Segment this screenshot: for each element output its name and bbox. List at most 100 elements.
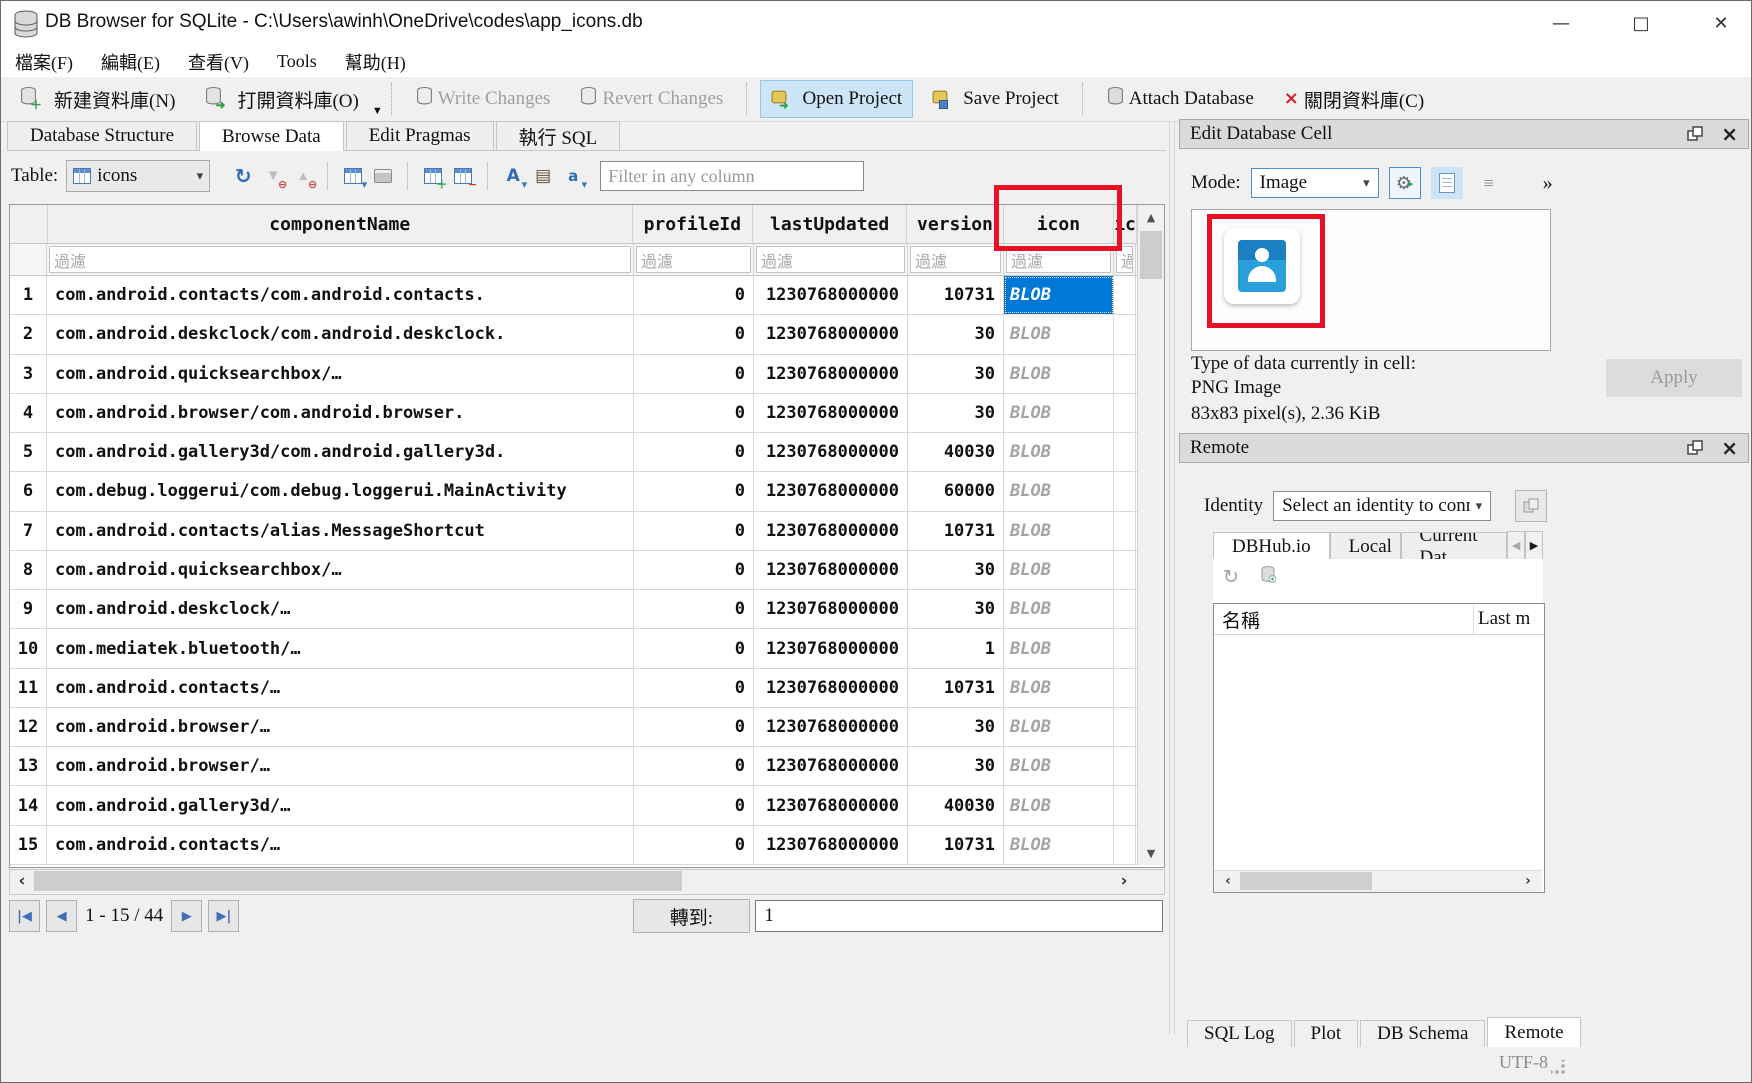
prev-page-button[interactable]: ◀ bbox=[46, 900, 77, 932]
cell-componentName[interactable]: com.android.contacts/com.android.contact… bbox=[47, 276, 634, 314]
tab-scroll-right-icon[interactable]: ▶ bbox=[1525, 531, 1543, 560]
cell-profileId[interactable]: 0 bbox=[634, 669, 754, 707]
cell-extra[interactable] bbox=[1114, 355, 1136, 393]
cell-version[interactable]: 30 bbox=[908, 590, 1004, 628]
cell-lastUpdated[interactable]: 1230768000000 bbox=[754, 669, 908, 707]
cell-icon[interactable]: BLOB bbox=[1004, 747, 1114, 785]
table-select[interactable]: icons ▾ bbox=[66, 160, 210, 192]
column-header-profileId[interactable]: profileId bbox=[633, 205, 753, 243]
cell-extra[interactable] bbox=[1114, 629, 1136, 667]
save-results-icon[interactable]: ▾ bbox=[338, 161, 368, 191]
mode-select[interactable]: Image ▾ bbox=[1251, 168, 1379, 198]
close-dock-icon[interactable]: × bbox=[1721, 438, 1738, 458]
toolbar-dropdown-icon[interactable]: ▼ bbox=[372, 105, 383, 121]
cell-icon[interactable]: BLOB bbox=[1004, 590, 1114, 628]
cell-componentName[interactable]: com.debug.loggerui/com.debug.loggerui.Ma… bbox=[47, 472, 634, 510]
cell-profileId[interactable]: 0 bbox=[634, 512, 754, 550]
cell-gutter[interactable]: 4 bbox=[10, 394, 47, 432]
remote-tab-current-dat[interactable]: Current Dat bbox=[1401, 532, 1508, 560]
next-page-button[interactable]: ▶ bbox=[171, 900, 202, 932]
tab-database-structure[interactable]: Database Structure bbox=[7, 121, 197, 150]
clear-filters-icon[interactable]: ▼⊖ bbox=[258, 161, 288, 191]
cell-gutter[interactable]: 10 bbox=[10, 629, 47, 667]
cell-profileId[interactable]: 0 bbox=[634, 551, 754, 589]
cell-version[interactable]: 1 bbox=[908, 629, 1004, 667]
document-view-icon[interactable] bbox=[1431, 167, 1463, 199]
cell-componentName[interactable]: com.android.gallery3d/… bbox=[47, 786, 634, 824]
cell-lastUpdated[interactable]: 1230768000000 bbox=[754, 826, 908, 864]
dock-tab-remote[interactable]: Remote bbox=[1487, 1017, 1580, 1047]
cell-icon[interactable]: BLOB bbox=[1004, 826, 1114, 864]
remote-list-lastmodified-header[interactable]: Last m bbox=[1474, 604, 1544, 634]
toolbar-button-revert-changes[interactable]: Revert Changes bbox=[569, 80, 734, 118]
cell-icon[interactable]: BLOB bbox=[1004, 472, 1114, 510]
clear-sort-icon[interactable]: ▲⊖ bbox=[288, 161, 318, 191]
cell-version[interactable]: 40030 bbox=[908, 786, 1004, 824]
remote-horizontal-scrollbar[interactable]: ‹ › bbox=[1214, 870, 1542, 892]
cell-version[interactable]: 30 bbox=[908, 315, 1004, 353]
tab-scroll-left-icon[interactable]: ◀ bbox=[1507, 531, 1525, 560]
cell-lastUpdated[interactable]: 1230768000000 bbox=[754, 551, 908, 589]
cell-profileId[interactable]: 0 bbox=[634, 433, 754, 471]
cell-lastUpdated[interactable]: 1230768000000 bbox=[754, 747, 908, 785]
toolbar-button-c[interactable]: ×關閉資料庫(C) bbox=[1273, 80, 1435, 118]
word-wrap-icon[interactable]: ≡ bbox=[1473, 167, 1505, 199]
font-increase-icon[interactable]: A▾ bbox=[498, 161, 528, 191]
refresh-icon[interactable]: ↻ bbox=[1223, 566, 1239, 588]
scroll-right-icon[interactable]: › bbox=[1516, 871, 1540, 891]
resize-grip[interactable] bbox=[1551, 1060, 1565, 1074]
float-dock-icon[interactable] bbox=[1687, 440, 1703, 456]
cell-gutter[interactable]: 6 bbox=[10, 472, 47, 510]
cell-extra[interactable] bbox=[1114, 590, 1136, 628]
cell-gutter[interactable]: 15 bbox=[10, 826, 47, 864]
vertical-scrollbar-thumb[interactable] bbox=[1140, 231, 1162, 279]
cell-profileId[interactable]: 0 bbox=[634, 629, 754, 667]
cell-profileId[interactable]: 0 bbox=[634, 276, 754, 314]
horizontal-scrollbar-thumb[interactable] bbox=[34, 871, 682, 891]
filter-input-version[interactable]: 過濾 bbox=[910, 246, 1001, 273]
cell-icon[interactable]: BLOB bbox=[1004, 551, 1114, 589]
toolbar-button-open-project[interactable]: ➜Open Project bbox=[760, 80, 913, 118]
horizontal-scrollbar[interactable]: ‹ › bbox=[9, 869, 1165, 895]
menu-item-2[interactable]: 查看(V) bbox=[174, 46, 263, 77]
cell-icon[interactable]: BLOB bbox=[1004, 394, 1114, 432]
cell-icon[interactable]: BLOB bbox=[1004, 786, 1114, 824]
cell-version[interactable]: 10731 bbox=[908, 826, 1004, 864]
cell-gutter[interactable]: 8 bbox=[10, 551, 47, 589]
cell-icon[interactable]: BLOB bbox=[1004, 669, 1114, 707]
cell-extra[interactable] bbox=[1114, 394, 1136, 432]
cell-gutter[interactable]: 2 bbox=[10, 315, 47, 353]
cell-version[interactable]: 10731 bbox=[908, 276, 1004, 314]
cell-componentName[interactable]: com.android.deskclock/com.android.deskcl… bbox=[47, 315, 634, 353]
cell-componentName[interactable]: com.android.browser/… bbox=[47, 747, 634, 785]
close-dock-icon[interactable]: × bbox=[1721, 124, 1738, 144]
filter-input-componentName[interactable]: 過濾 bbox=[49, 246, 631, 273]
column-header-componentName[interactable]: componentName bbox=[48, 205, 633, 243]
cell-icon[interactable]: BLOB bbox=[1004, 276, 1114, 314]
dock-splitter[interactable] bbox=[1169, 121, 1175, 1034]
cell-componentName[interactable]: com.android.browser/com.android.browser. bbox=[47, 394, 634, 432]
insert-record-icon[interactable]: ＋ bbox=[418, 161, 448, 191]
remote-tab-dbhub-io[interactable]: DBHub.io bbox=[1213, 532, 1330, 561]
cell-gutter[interactable]: 3 bbox=[10, 355, 47, 393]
cell-extra[interactable] bbox=[1114, 315, 1136, 353]
column-header-version[interactable]: version bbox=[907, 205, 1003, 243]
cell-lastUpdated[interactable]: 1230768000000 bbox=[754, 590, 908, 628]
cell-icon[interactable]: BLOB bbox=[1004, 433, 1114, 471]
cell-version[interactable]: 60000 bbox=[908, 472, 1004, 510]
cell-extra[interactable] bbox=[1114, 669, 1136, 707]
cell-profileId[interactable]: 0 bbox=[634, 826, 754, 864]
cell-gutter[interactable]: 7 bbox=[10, 512, 47, 550]
toolbar-button-save-project[interactable]: Save Project bbox=[921, 80, 1070, 118]
cell-extra[interactable] bbox=[1114, 512, 1136, 550]
clone-database-icon[interactable] bbox=[1515, 490, 1547, 522]
cell-gutter[interactable]: 1 bbox=[10, 276, 47, 314]
cell-lastUpdated[interactable]: 1230768000000 bbox=[754, 629, 908, 667]
cell-extra[interactable] bbox=[1114, 551, 1136, 589]
menu-item-0[interactable]: 檔案(F) bbox=[1, 46, 87, 77]
scroll-left-icon[interactable]: ‹ bbox=[10, 870, 34, 892]
filter-input-profileId[interactable]: 過濾 bbox=[636, 246, 751, 273]
cell-gutter[interactable]: 5 bbox=[10, 433, 47, 471]
cell-profileId[interactable]: 0 bbox=[634, 355, 754, 393]
tab-browse-data[interactable]: Browse Data bbox=[199, 121, 344, 151]
